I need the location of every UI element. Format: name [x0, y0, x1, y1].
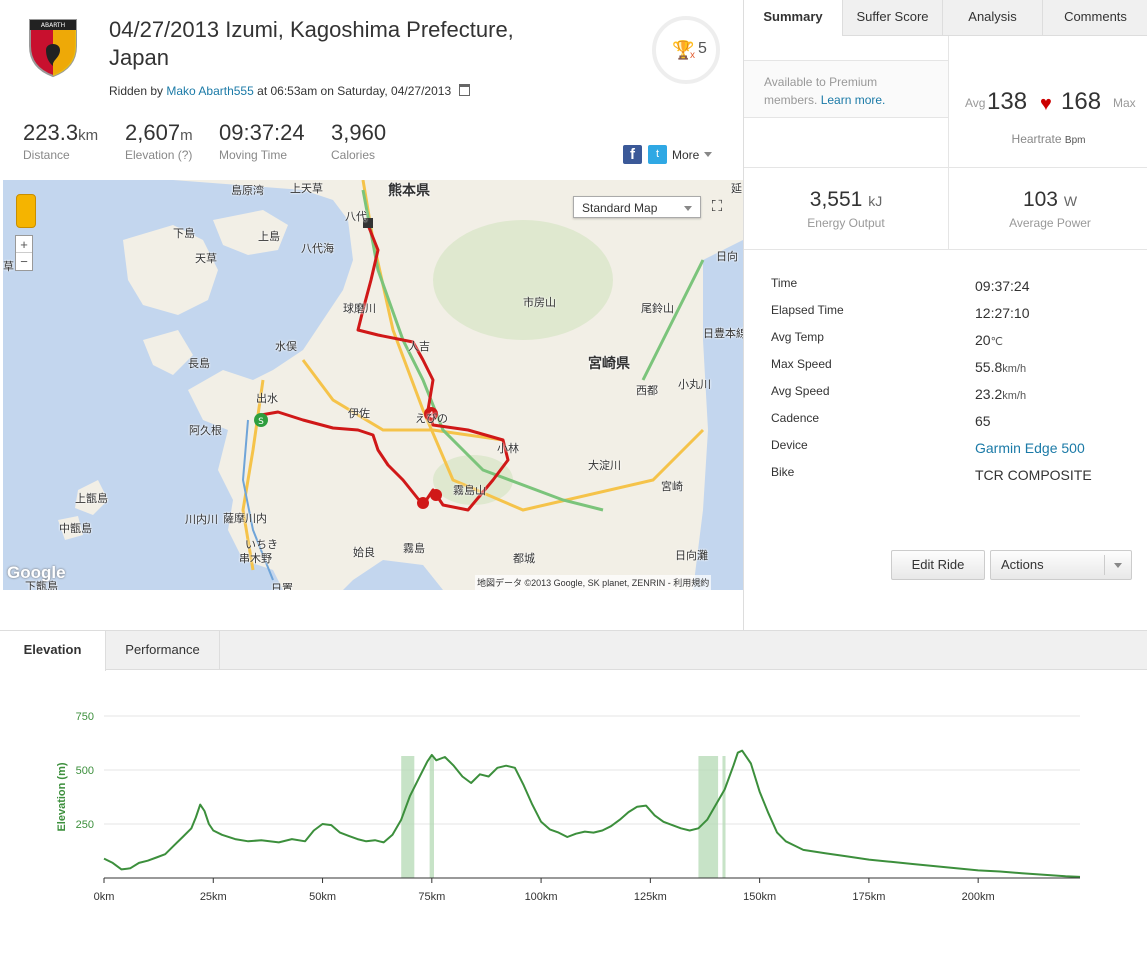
ride-title: 04/27/2013 Izumi, Kagoshima Prefecture, J…	[109, 17, 514, 70]
average-power: 103 W Average Power	[1009, 188, 1091, 230]
detail-row: Bike TCR COMPOSITE	[771, 465, 1092, 483]
y-tick-label: 500	[76, 765, 94, 777]
detail-row: Elapsed Time 12:27:10	[771, 303, 1030, 321]
analysis-tabs: Elevation Performance	[0, 630, 1147, 671]
detail-row: Avg Temp 20℃	[771, 330, 1003, 348]
x-tick-label: 125km	[634, 891, 667, 903]
route-map[interactable]: S 4 熊本県 島原湾 上天草 八代 下島 上島 八代海 天草 球磨川 水俣 人…	[3, 180, 743, 590]
tab-performance[interactable]: Performance	[106, 631, 220, 670]
svg-text:ABARTH: ABARTH	[41, 22, 65, 29]
tab-suffer-score[interactable]: Suffer Score	[842, 0, 942, 36]
chevron-down-icon	[704, 152, 713, 157]
fullscreen-icon[interactable]: ⛶	[706, 196, 728, 218]
heart-icon: ♥	[1040, 93, 1052, 115]
x-tick-label: 25km	[200, 891, 227, 903]
x-tick-label: 75km	[418, 891, 445, 903]
learn-more-link[interactable]: Learn more.	[821, 93, 886, 107]
tab-analysis[interactable]: Analysis	[942, 0, 1042, 36]
summary-tabs: Summary Suffer Score Analysis Comments	[744, 0, 1147, 37]
zoom-control: + −	[15, 235, 33, 271]
svg-text:S: S	[258, 417, 264, 427]
map-copyright[interactable]: 地図データ ©2013 Google, SK planet, ZENRIN - …	[475, 575, 712, 590]
divider	[744, 167, 1147, 168]
elevation-chart[interactable]: 250 500 750 Elevation (m) 0km 25km 50km 75km 100…	[0, 690, 1147, 920]
abarth-logo: ABARTH	[29, 19, 77, 78]
x-tick-label: 175km	[852, 891, 885, 903]
x-tick-label: 0km	[94, 891, 115, 903]
chevron-down-icon	[1114, 563, 1122, 568]
stat-calories: 3,960 Calories	[331, 120, 387, 162]
street-view-pegman[interactable]	[16, 194, 36, 228]
avg-heartrate: 138	[987, 88, 1028, 115]
energy-output: 3,551 kJ Energy Output	[807, 188, 885, 230]
premium-notice: Available to Premium members. Learn more…	[744, 60, 948, 118]
stat-distance: 223.3km Distance	[23, 120, 99, 162]
zoom-out-button[interactable]: −	[16, 253, 32, 270]
map-canvas: S 4	[58, 180, 743, 590]
tab-summary[interactable]: Summary	[744, 0, 842, 37]
athlete-link[interactable]: Mako Abarth555	[166, 84, 253, 98]
actions-dropdown[interactable]: Actions	[990, 550, 1132, 580]
detail-row: Cadence 65	[771, 411, 991, 429]
x-tick-label: 200km	[962, 891, 995, 903]
detail-row: Avg Speed 23.2km/h	[771, 384, 1027, 402]
elevation-svg: 250 500 750 Elevation (m) 0km 25km 50km 75km 100…	[56, 711, 1081, 903]
y-axis-label: Elevation (m)	[56, 762, 68, 831]
edit-ride-button[interactable]: Edit Ride	[891, 550, 985, 580]
stat-moving-time: 09:37:24 Moving Time	[219, 120, 305, 162]
achievements-badge[interactable]: 🏆 x 5	[652, 16, 720, 84]
more-share-button[interactable]: More	[672, 148, 713, 162]
tab-elevation[interactable]: Elevation	[0, 631, 106, 671]
ride-byline: Ridden by Mako Abarth555 at 06:53am on S…	[109, 84, 471, 98]
twitter-icon[interactable]: t	[648, 145, 667, 164]
achievement-count: 5	[698, 40, 707, 57]
climb-highlight	[429, 756, 434, 878]
climb-highlight	[722, 756, 726, 878]
calendar-icon[interactable]	[459, 84, 471, 96]
heartrate-summary: Avg 138 ♥ 168 Max Heartrate Bpm	[965, 88, 1136, 146]
device-link[interactable]: Garmin Edge 500	[975, 440, 1085, 456]
x-tick-label: 100km	[525, 891, 558, 903]
detail-row: Max Speed 55.8km/h	[771, 357, 1027, 375]
tab-comments[interactable]: Comments	[1042, 0, 1147, 36]
map-type-select[interactable]: Standard Map	[573, 196, 701, 218]
ride-details: Time 09:37:24 Elapsed Time 12:27:10 Avg Te…	[771, 276, 1131, 492]
zoom-in-button[interactable]: +	[16, 236, 32, 253]
ride-summary-panel: Summary Suffer Score Analysis Comments A…	[743, 0, 1147, 630]
x-tick-label: 50km	[309, 891, 336, 903]
activity-header: ABARTH 04/27/2013 Izumi, Kagoshima Prefe…	[0, 0, 743, 180]
chevron-down-icon	[684, 206, 692, 211]
max-heartrate: 168	[1061, 88, 1102, 115]
detail-row: Time 09:37:24	[771, 276, 1030, 294]
y-tick-label: 750	[76, 711, 94, 723]
x-tick-label: 150km	[743, 891, 776, 903]
google-logo: Google	[7, 563, 66, 582]
detail-row: Device Garmin Edge 500	[771, 438, 1085, 456]
facebook-icon[interactable]: f	[623, 145, 642, 164]
stat-elevation: 2,607m Elevation (?)	[125, 120, 193, 162]
y-tick-label: 250	[76, 819, 94, 831]
divider	[744, 249, 1147, 250]
